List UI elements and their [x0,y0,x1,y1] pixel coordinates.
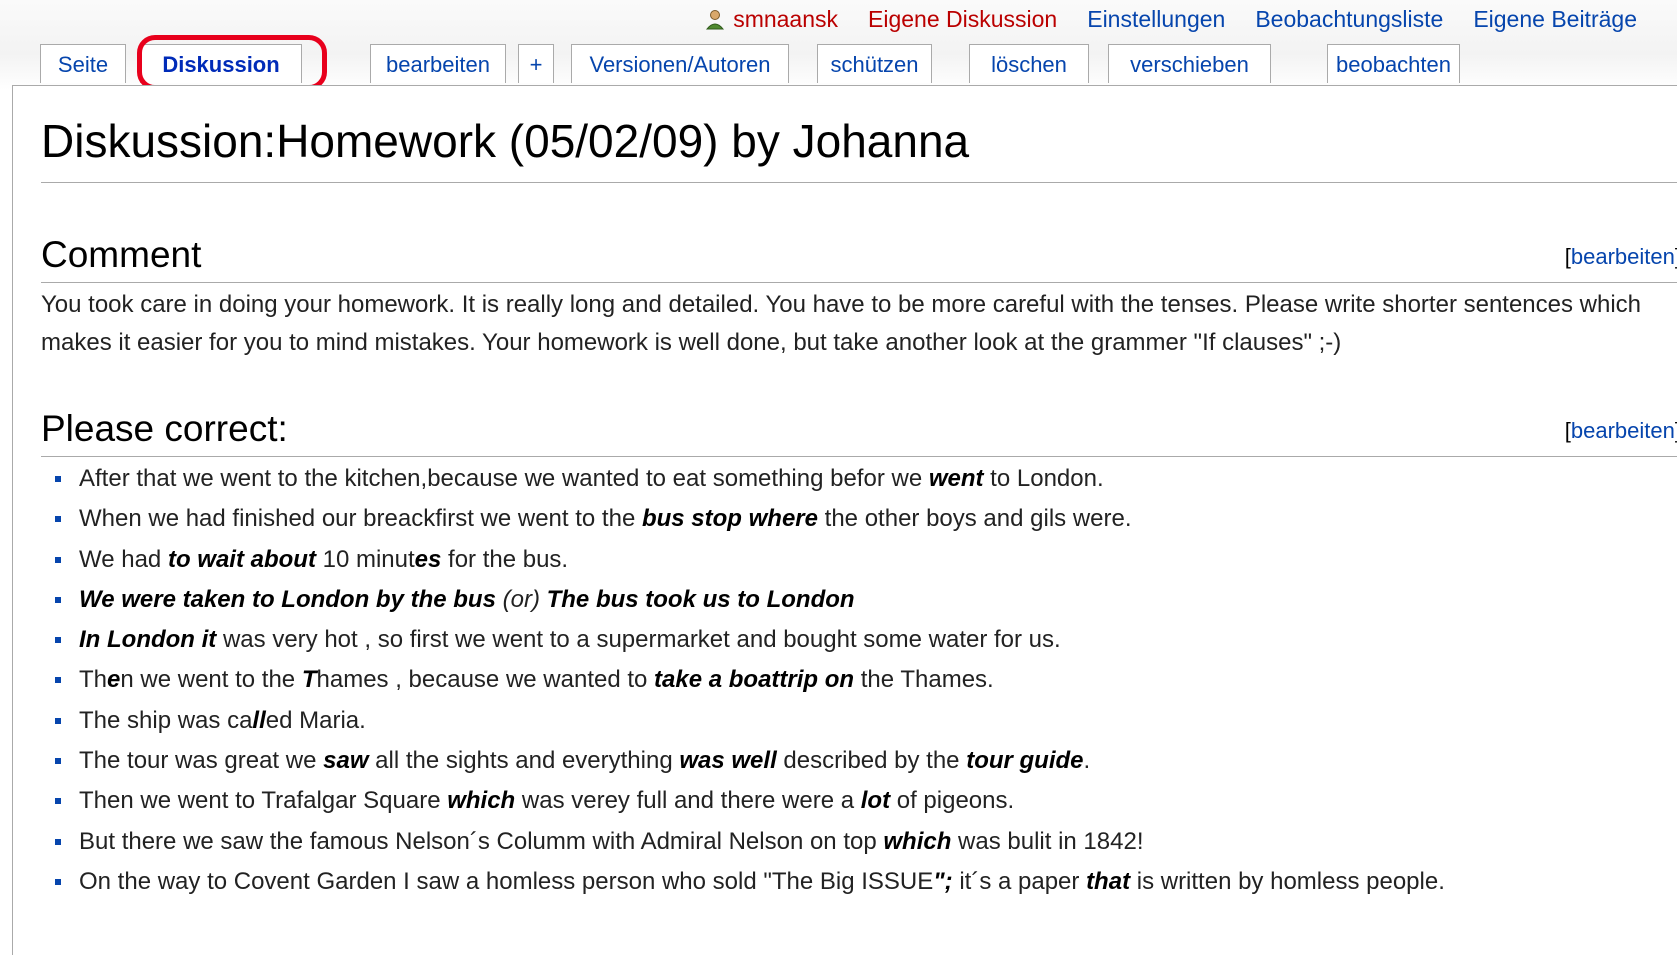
tab-delete[interactable]: löschen [969,44,1089,83]
item-text: After that we went to the kitchen,becaus… [79,465,929,492]
item-text: But there we saw the famous Nelson´s Col… [79,827,884,855]
list-item: In London it was very hot , so first we … [41,620,1677,660]
section-title: Please correct: [41,408,288,449]
list-item: Then we went to Trafalgar Square which w… [41,781,1677,821]
item-text: The ship was ca [79,706,253,734]
corrected-text: lot [860,787,891,815]
item-text: the other boys and gils were. [818,505,1132,533]
edit-section-comment: [bearbeiten] [1565,244,1677,270]
corrections-list: After that we went to the kitchen,becaus… [41,459,1677,902]
tab-history[interactable]: Versionen/Autoren [571,44,789,83]
list-item: But there we saw the famous Nelson´s Col… [41,822,1677,862]
section-heading-correct: Please correct: [bearbeiten] [41,408,1677,457]
user-page-link[interactable]: smnaansk [733,6,838,33]
content-area: Diskussion:Homework (05/02/09) by Johann… [12,85,1677,955]
item-text: Then we went to Trafalgar Square [79,787,448,815]
item-text: The tour was great we [79,747,324,775]
corrected-text: "; [933,867,953,895]
edit-section-link[interactable]: bearbeiten [1571,244,1675,269]
corrected-text: which [883,827,952,855]
item-text: (or) [495,585,547,613]
item-text: . [1083,747,1091,775]
list-item: The ship was called Maria. [41,701,1677,741]
corrected-text: es [414,545,442,573]
corrected-text: to wait about [167,545,316,573]
item-text: On the way to Covent Garden I saw a homl… [79,867,934,895]
item-text: it´s a paper [952,867,1087,895]
edit-section-link[interactable]: bearbeiten [1571,418,1675,443]
contributions-link[interactable]: Eigene Beiträge [1473,6,1637,33]
comment-text: You took care in doing your homework. It… [41,291,1642,356]
tab-protect[interactable]: schützen [817,44,932,83]
corrected-text: e [107,666,121,694]
corrected-text: tour guide [966,747,1084,775]
corrected-text: saw [323,747,369,775]
personal-tools: smnaansk Eigene Diskussion Einstellungen… [705,6,1637,33]
watchlist-link[interactable]: Beobachtungsliste [1255,6,1443,33]
list-item: The tour was great we saw all the sights… [41,741,1677,781]
item-text: for the bus. [441,545,569,573]
item-text: When we had finished our breackfirst we … [79,505,642,533]
corrected-text: T [301,666,317,694]
corrected-text: In London it [79,626,217,654]
corrected-text: that [1086,867,1131,895]
edit-section-correct: [bearbeiten] [1565,418,1677,444]
corrected-text: was well [679,747,777,775]
list-item: Then we went to the Thames , because we … [41,660,1677,700]
item-text: Th [79,666,108,694]
item-text: was very hot , so first we went to a sup… [216,626,1061,654]
list-item: After that we went to the kitchen,becaus… [41,459,1677,499]
corrected-text: We were taken to London by the bus [79,585,496,613]
user-icon [706,9,725,29]
corrected-text: which [447,787,516,815]
item-text: We had [79,545,168,573]
item-text: to London. [983,465,1104,492]
preferences-link[interactable]: Einstellungen [1087,6,1225,33]
corrected-text: The bus took us to London [546,585,855,613]
item-text: n we went to the [120,666,302,694]
item-text: the Thames. [854,666,994,694]
item-text: ed Maria. [265,706,366,734]
list-item: We were taken to London by the bus (or) … [41,580,1677,620]
highlight-ring-annotation [137,35,327,90]
section-title: Comment [41,234,202,275]
tab-new-section[interactable]: + [518,44,554,83]
item-text: was bulit in 1842! [951,827,1144,855]
item-text: hames , because we wanted to [316,666,655,694]
tab-page[interactable]: Seite [40,44,126,83]
tab-move[interactable]: verschieben [1108,44,1271,83]
page-title: Diskussion:Homework (05/02/09) by Johann… [41,114,1677,183]
tab-watch[interactable]: beobachten [1327,44,1460,83]
list-item: On the way to Covent Garden I saw a homl… [41,862,1677,902]
corrected-text: take a boattrip on [654,666,855,694]
list-item: We had to wait about 10 minutes for the … [41,540,1677,580]
item-text: 10 minut [315,545,415,573]
my-talk-link[interactable]: Eigene Diskussion [868,6,1057,33]
list-item: When we had finished our breackfirst we … [41,499,1677,539]
corrected-text: bus stop where [641,505,818,533]
tab-edit[interactable]: bearbeiten [370,44,506,83]
item-text: was verey full and there were a [515,787,861,815]
item-text: is written by homless people. [1130,867,1445,895]
corrected-text: went [928,465,984,492]
corrected-text: ll [252,706,266,734]
item-text: described by the [776,747,967,775]
item-text: of pigeons. [890,787,1015,815]
section-heading-comment: Comment [bearbeiten] [41,234,1677,283]
item-text: all the sights and everything [368,747,680,775]
